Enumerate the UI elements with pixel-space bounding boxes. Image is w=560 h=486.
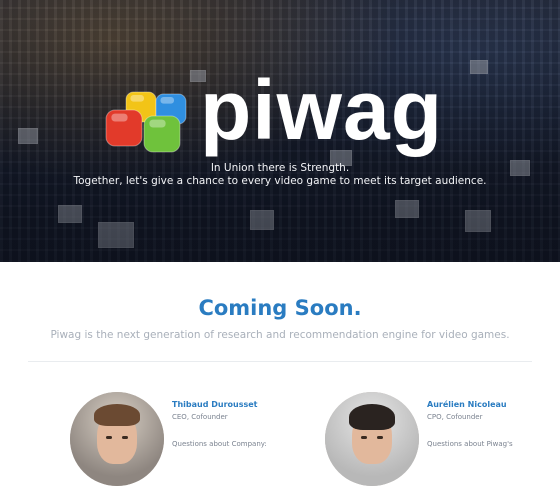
avatar [325, 392, 419, 486]
hero-banner: piwag In Union there is Strength. Togeth… [0, 0, 560, 262]
cube-highlight [111, 113, 128, 122]
brand-wordmark: piwag [200, 63, 444, 157]
cubes-logo-icon [105, 91, 187, 153]
team-member-name[interactable]: Thibaud Durousset [172, 400, 282, 409]
team-member-name[interactable]: Aurélien Nicoleau [427, 400, 537, 409]
page-subtitle: Piwag is the next generation of research… [50, 329, 510, 341]
hero-tagline-secondary: Together, let's give a chance to every v… [73, 175, 487, 187]
section-divider [28, 361, 532, 362]
page-title: Coming Soon. [198, 296, 362, 320]
avatar [70, 392, 164, 486]
team-member-contact-label: Questions about Company: [172, 440, 267, 448]
cube-highlight [149, 119, 166, 128]
hero-tagline-primary: In Union there is Strength. [210, 162, 350, 174]
team-member-role: CEO, Cofounder [172, 413, 228, 421]
brand-logo[interactable]: piwag [104, 68, 464, 168]
cube-highlight [160, 97, 174, 104]
team-member-contact-label: Questions about Piwag's [427, 440, 513, 448]
cube-highlight [130, 95, 144, 102]
team-member-role: CPO, Cofounder [427, 413, 483, 421]
